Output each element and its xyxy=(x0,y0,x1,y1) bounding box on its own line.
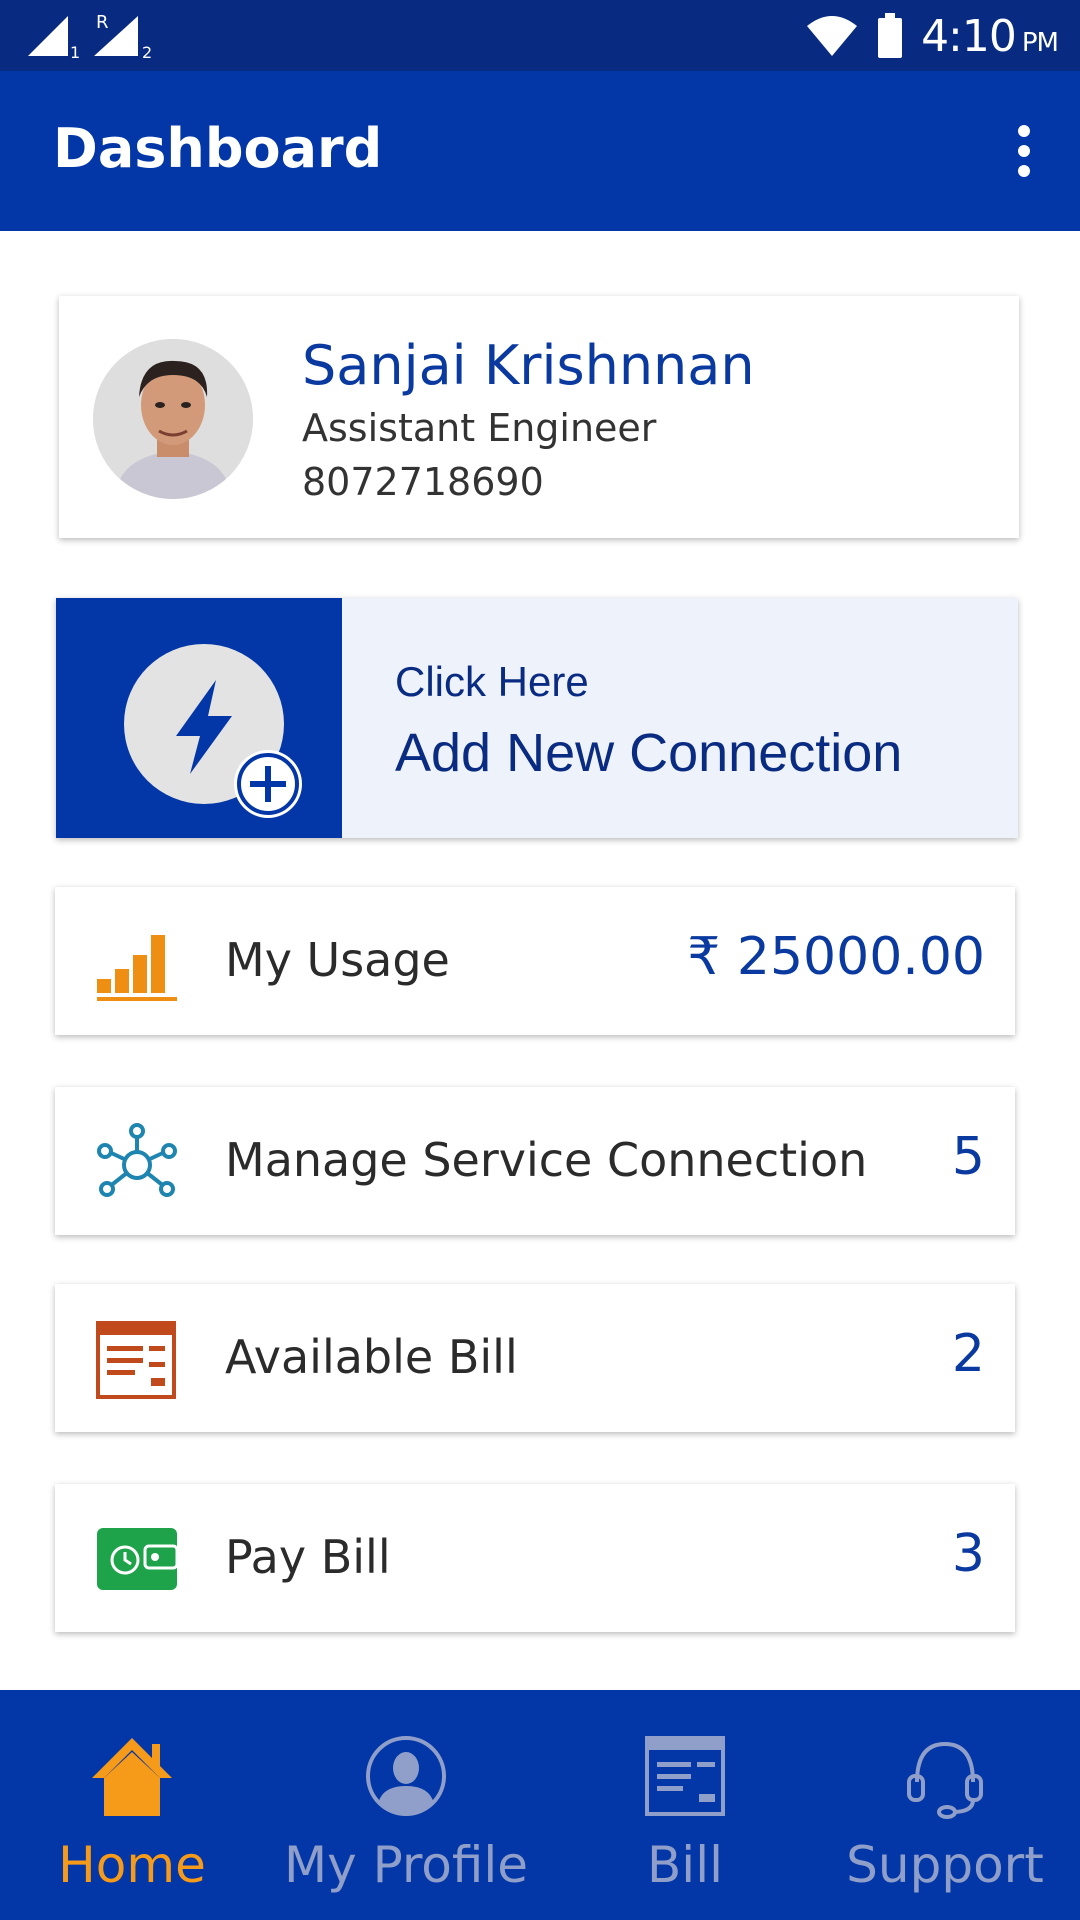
bill-icon xyxy=(643,1732,727,1820)
signal-icon: 1 R 2 xyxy=(28,12,152,62)
nav-label-home: Home xyxy=(58,1836,206,1894)
row-value-available-bill: 2 xyxy=(951,1324,985,1384)
nav-my-profile[interactable]: My Profile xyxy=(264,1690,548,1920)
more-vert-icon[interactable] xyxy=(1002,121,1046,181)
row-label-pay-bill: Pay Bill xyxy=(225,1530,391,1584)
avatar xyxy=(93,339,253,499)
row-value-my-usage: ₹ 25000.00 xyxy=(687,927,985,987)
manage-service-connection-row[interactable]: Manage Service Connection 5 xyxy=(55,1087,1015,1235)
profile-card[interactable]: Sanjai Krishnnan Assistant Engineer 8072… xyxy=(59,296,1019,538)
battery-icon xyxy=(878,13,903,58)
clock: 4:10 PM xyxy=(921,10,1059,62)
row-value-manage-service-connection: 5 xyxy=(951,1127,985,1187)
roaming-label: R xyxy=(96,12,109,33)
add-connection-icon-panel xyxy=(56,598,342,838)
bottom-navigation: Home My Profile Bill Support xyxy=(0,1690,1080,1920)
dashboard-screen: 1 R 2 4:10 PM Dashboard Sanjai Krishnnan… xyxy=(0,0,1080,1920)
row-label-available-bill: Available Bill xyxy=(225,1330,518,1384)
available-bill-row[interactable]: Available Bill 2 xyxy=(55,1284,1015,1432)
add-connection-title: Add New Connection xyxy=(395,723,903,783)
row-label-my-usage: My Usage xyxy=(225,933,450,987)
profile-phone: 8072718690 xyxy=(302,460,544,504)
app-bar: Dashboard xyxy=(0,71,1080,231)
nav-support[interactable]: Support xyxy=(810,1690,1080,1920)
bar-chart-icon xyxy=(95,921,179,1005)
avatar-image xyxy=(93,339,253,499)
bill-icon xyxy=(95,1318,179,1402)
add-connection-subtitle: Click Here xyxy=(395,658,589,705)
wallet-icon xyxy=(95,1518,179,1602)
my-usage-row[interactable]: My Usage ₹ 25000.00 xyxy=(55,887,1015,1035)
row-label-manage-service-connection: Manage Service Connection xyxy=(225,1133,868,1187)
wifi-icon xyxy=(807,16,858,56)
home-icon xyxy=(90,1732,174,1820)
clock-time: 4:10 xyxy=(921,10,1017,62)
clock-ampm: PM xyxy=(1021,27,1059,58)
status-bar: 1 R 2 4:10 PM xyxy=(0,0,1080,71)
row-value-pay-bill: 3 xyxy=(951,1524,985,1584)
page-title: Dashboard xyxy=(53,117,383,180)
nav-home[interactable]: Home xyxy=(0,1690,264,1920)
nav-bill[interactable]: Bill xyxy=(560,1690,810,1920)
headset-icon xyxy=(903,1732,987,1820)
add-icon xyxy=(234,750,302,818)
profile-icon xyxy=(364,1732,448,1820)
profile-name: Sanjai Krishnnan xyxy=(302,334,755,397)
nav-label-support: Support xyxy=(846,1836,1044,1894)
signal-indicators: 1 R 2 xyxy=(28,12,168,62)
profile-role: Assistant Engineer xyxy=(302,406,657,450)
nav-label-bill: Bill xyxy=(647,1836,723,1894)
nav-label-my-profile: My Profile xyxy=(283,1836,529,1894)
status-right: 4:10 PM xyxy=(805,8,1059,64)
sim2-label: 2 xyxy=(142,43,152,60)
network-icon xyxy=(95,1121,179,1205)
sim1-label: 1 xyxy=(70,43,80,60)
add-connection-button[interactable]: Click Here Add New Connection xyxy=(56,598,1018,838)
pay-bill-row[interactable]: Pay Bill 3 xyxy=(55,1484,1015,1632)
